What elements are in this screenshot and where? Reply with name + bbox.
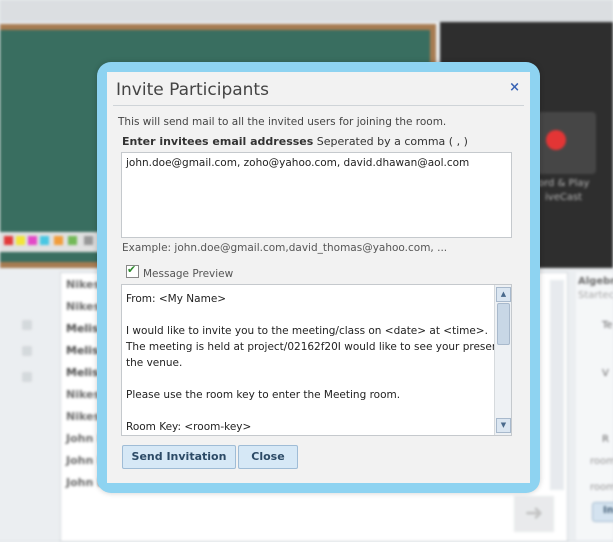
message-line: Please use the room key to enter the Mee… [126, 389, 401, 401]
message-line: I would like to invite you to the meetin… [126, 325, 488, 337]
dialog-title: Invite Participants [116, 80, 269, 100]
message-preview-label: Message Preview [143, 268, 234, 280]
message-preview-textarea[interactable]: From: <My Name> I would like to invite y… [121, 284, 512, 436]
message-preview-checkbox[interactable]: ✔ [126, 263, 139, 278]
message-line [126, 403, 496, 419]
scroll-thumb[interactable] [497, 303, 510, 345]
close-icon[interactable]: × [509, 80, 520, 95]
close-button[interactable]: Close [238, 445, 298, 469]
title-divider [113, 105, 524, 106]
email-example-text: Example: john.doe@gmail.com,david_thomas… [122, 242, 448, 254]
email-addresses-value: john.doe@gmail.com, zoho@yahoo.com, davi… [126, 157, 470, 169]
scroll-up-icon[interactable]: ▲ [496, 287, 511, 302]
message-line: The meeting is held at project/02162f20I… [126, 341, 512, 353]
send-invitation-button[interactable]: Send Invitation [122, 445, 236, 469]
invite-dialog-body: Invite Participants × This will send mai… [107, 72, 530, 483]
message-line: the venue. [126, 357, 183, 369]
scroll-down-icon[interactable]: ▼ [496, 418, 511, 433]
email-addresses-field[interactable]: john.doe@gmail.com, zoho@yahoo.com, davi… [121, 152, 512, 238]
message-line: Room Key: <room-key> [126, 421, 252, 433]
message-preview-content: From: <My Name> I would like to invite y… [126, 291, 512, 435]
message-line [126, 371, 496, 387]
email-label-bold: Enter invitees email addresses [122, 135, 314, 148]
message-preview-scrollbar[interactable]: ▲ ▼ [494, 285, 511, 435]
message-line: From: <My Name> [126, 293, 227, 305]
invite-dialog: Invite Participants × This will send mai… [97, 62, 540, 493]
checkmark-icon: ✔ [127, 263, 137, 276]
dialog-info-text: This will send mail to all the invited u… [118, 116, 447, 128]
email-label-hint: Seperated by a comma ( , ) [313, 135, 468, 148]
message-line [126, 307, 496, 323]
email-label: Enter invitees email addresses Seperated… [122, 135, 468, 148]
